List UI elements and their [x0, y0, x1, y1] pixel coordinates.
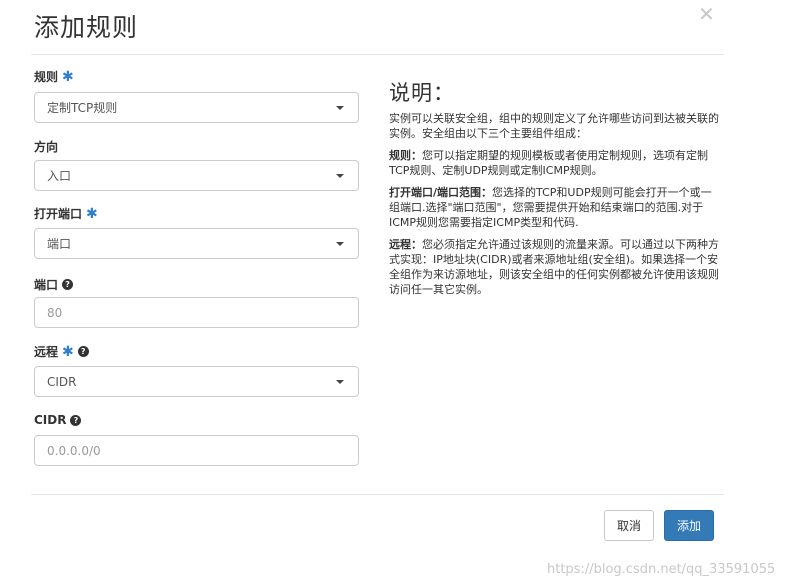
- cidr-label-group: CIDR ?: [34, 413, 82, 427]
- description-panel: 说明： 实例可以关联安全组，组中的规则定义了允许哪些访问到达被关联的实例。安全组…: [389, 81, 719, 304]
- add-button[interactable]: 添加: [664, 510, 714, 541]
- port-input[interactable]: [47, 305, 358, 320]
- port-label: 端口: [34, 278, 59, 292]
- help-icon[interactable]: ?: [77, 346, 89, 357]
- open-port-select[interactable]: 端口: [34, 228, 359, 259]
- help-icon[interactable]: ?: [62, 279, 74, 290]
- direction-label: 方向: [34, 140, 59, 154]
- open-port-select-value: 端口: [47, 237, 72, 251]
- description-remote-text: 您必须指定允许通过该规则的流量来源。可以通过以下两种方式实现：IP地址块(CID…: [389, 238, 719, 296]
- cidr-label: CIDR: [34, 413, 67, 427]
- dialog-title: 添加规则: [34, 13, 139, 42]
- required-asterisk-icon: ✱: [86, 205, 98, 222]
- rule-select-value: 定制TCP规则: [47, 101, 118, 115]
- rule-label: 规则: [34, 70, 59, 84]
- cidr-input[interactable]: [47, 443, 358, 458]
- remote-select-value: CIDR: [47, 374, 77, 389]
- remote-label-group: 远程 ✱ ?: [34, 343, 89, 360]
- open-port-label-group: 打开端口 ✱: [34, 205, 98, 222]
- remote-label: 远程: [34, 345, 59, 359]
- description-port: 打开端口/端口范围：您选择的TCP和UDP规则可能会打开一个或一组端口.选择"端…: [389, 185, 719, 230]
- port-field[interactable]: [34, 297, 359, 328]
- rule-label-group: 规则 ✱: [34, 68, 74, 85]
- rule-select[interactable]: 定制TCP规则: [34, 92, 359, 123]
- footer-divider: [31, 494, 724, 495]
- help-icon[interactable]: ?: [70, 414, 82, 426]
- required-asterisk-icon: ✱: [62, 343, 74, 360]
- direction-label-group: 方向: [34, 138, 58, 155]
- cancel-button[interactable]: 取消: [604, 510, 654, 541]
- description-rule-term: 规则：: [389, 149, 422, 162]
- cidr-field[interactable]: [34, 435, 359, 466]
- description-port-term: 打开端口/端口范围：: [389, 186, 493, 199]
- open-port-label: 打开端口: [34, 207, 83, 221]
- description-rule: 规则：您可以指定期望的规则模板或者使用定制规则，选项有定制TCP规则、定制UDP…: [389, 148, 719, 178]
- caret-down-icon: [336, 380, 344, 384]
- close-icon[interactable]: ✕: [698, 3, 715, 25]
- description-remote: 远程：您必须指定允许通过该规则的流量来源。可以通过以下两种方式实现：IP地址块(…: [389, 237, 719, 297]
- direction-select[interactable]: 入口: [34, 160, 359, 191]
- header-divider: [31, 54, 724, 55]
- remote-select[interactable]: CIDR: [34, 366, 359, 397]
- caret-down-icon: [336, 106, 344, 110]
- description-heading: 说明：: [389, 81, 455, 105]
- description-remote-term: 远程：: [389, 238, 422, 251]
- description-intro: 实例可以关联安全组，组中的规则定义了允许哪些访问到达被关联的实例。安全组由以下三…: [389, 112, 719, 140]
- required-asterisk-icon: ✱: [62, 68, 74, 85]
- caret-down-icon: [336, 242, 344, 246]
- port-label-group: 端口 ?: [34, 276, 74, 293]
- caret-down-icon: [336, 174, 344, 178]
- direction-select-value: 入口: [47, 169, 72, 183]
- watermark: https://blog.csdn.net/qq_33591055: [547, 562, 776, 577]
- description-rule-text: 您可以指定期望的规则模板或者使用定制规则，选项有定制TCP规则、定制UDP规则或…: [389, 149, 708, 177]
